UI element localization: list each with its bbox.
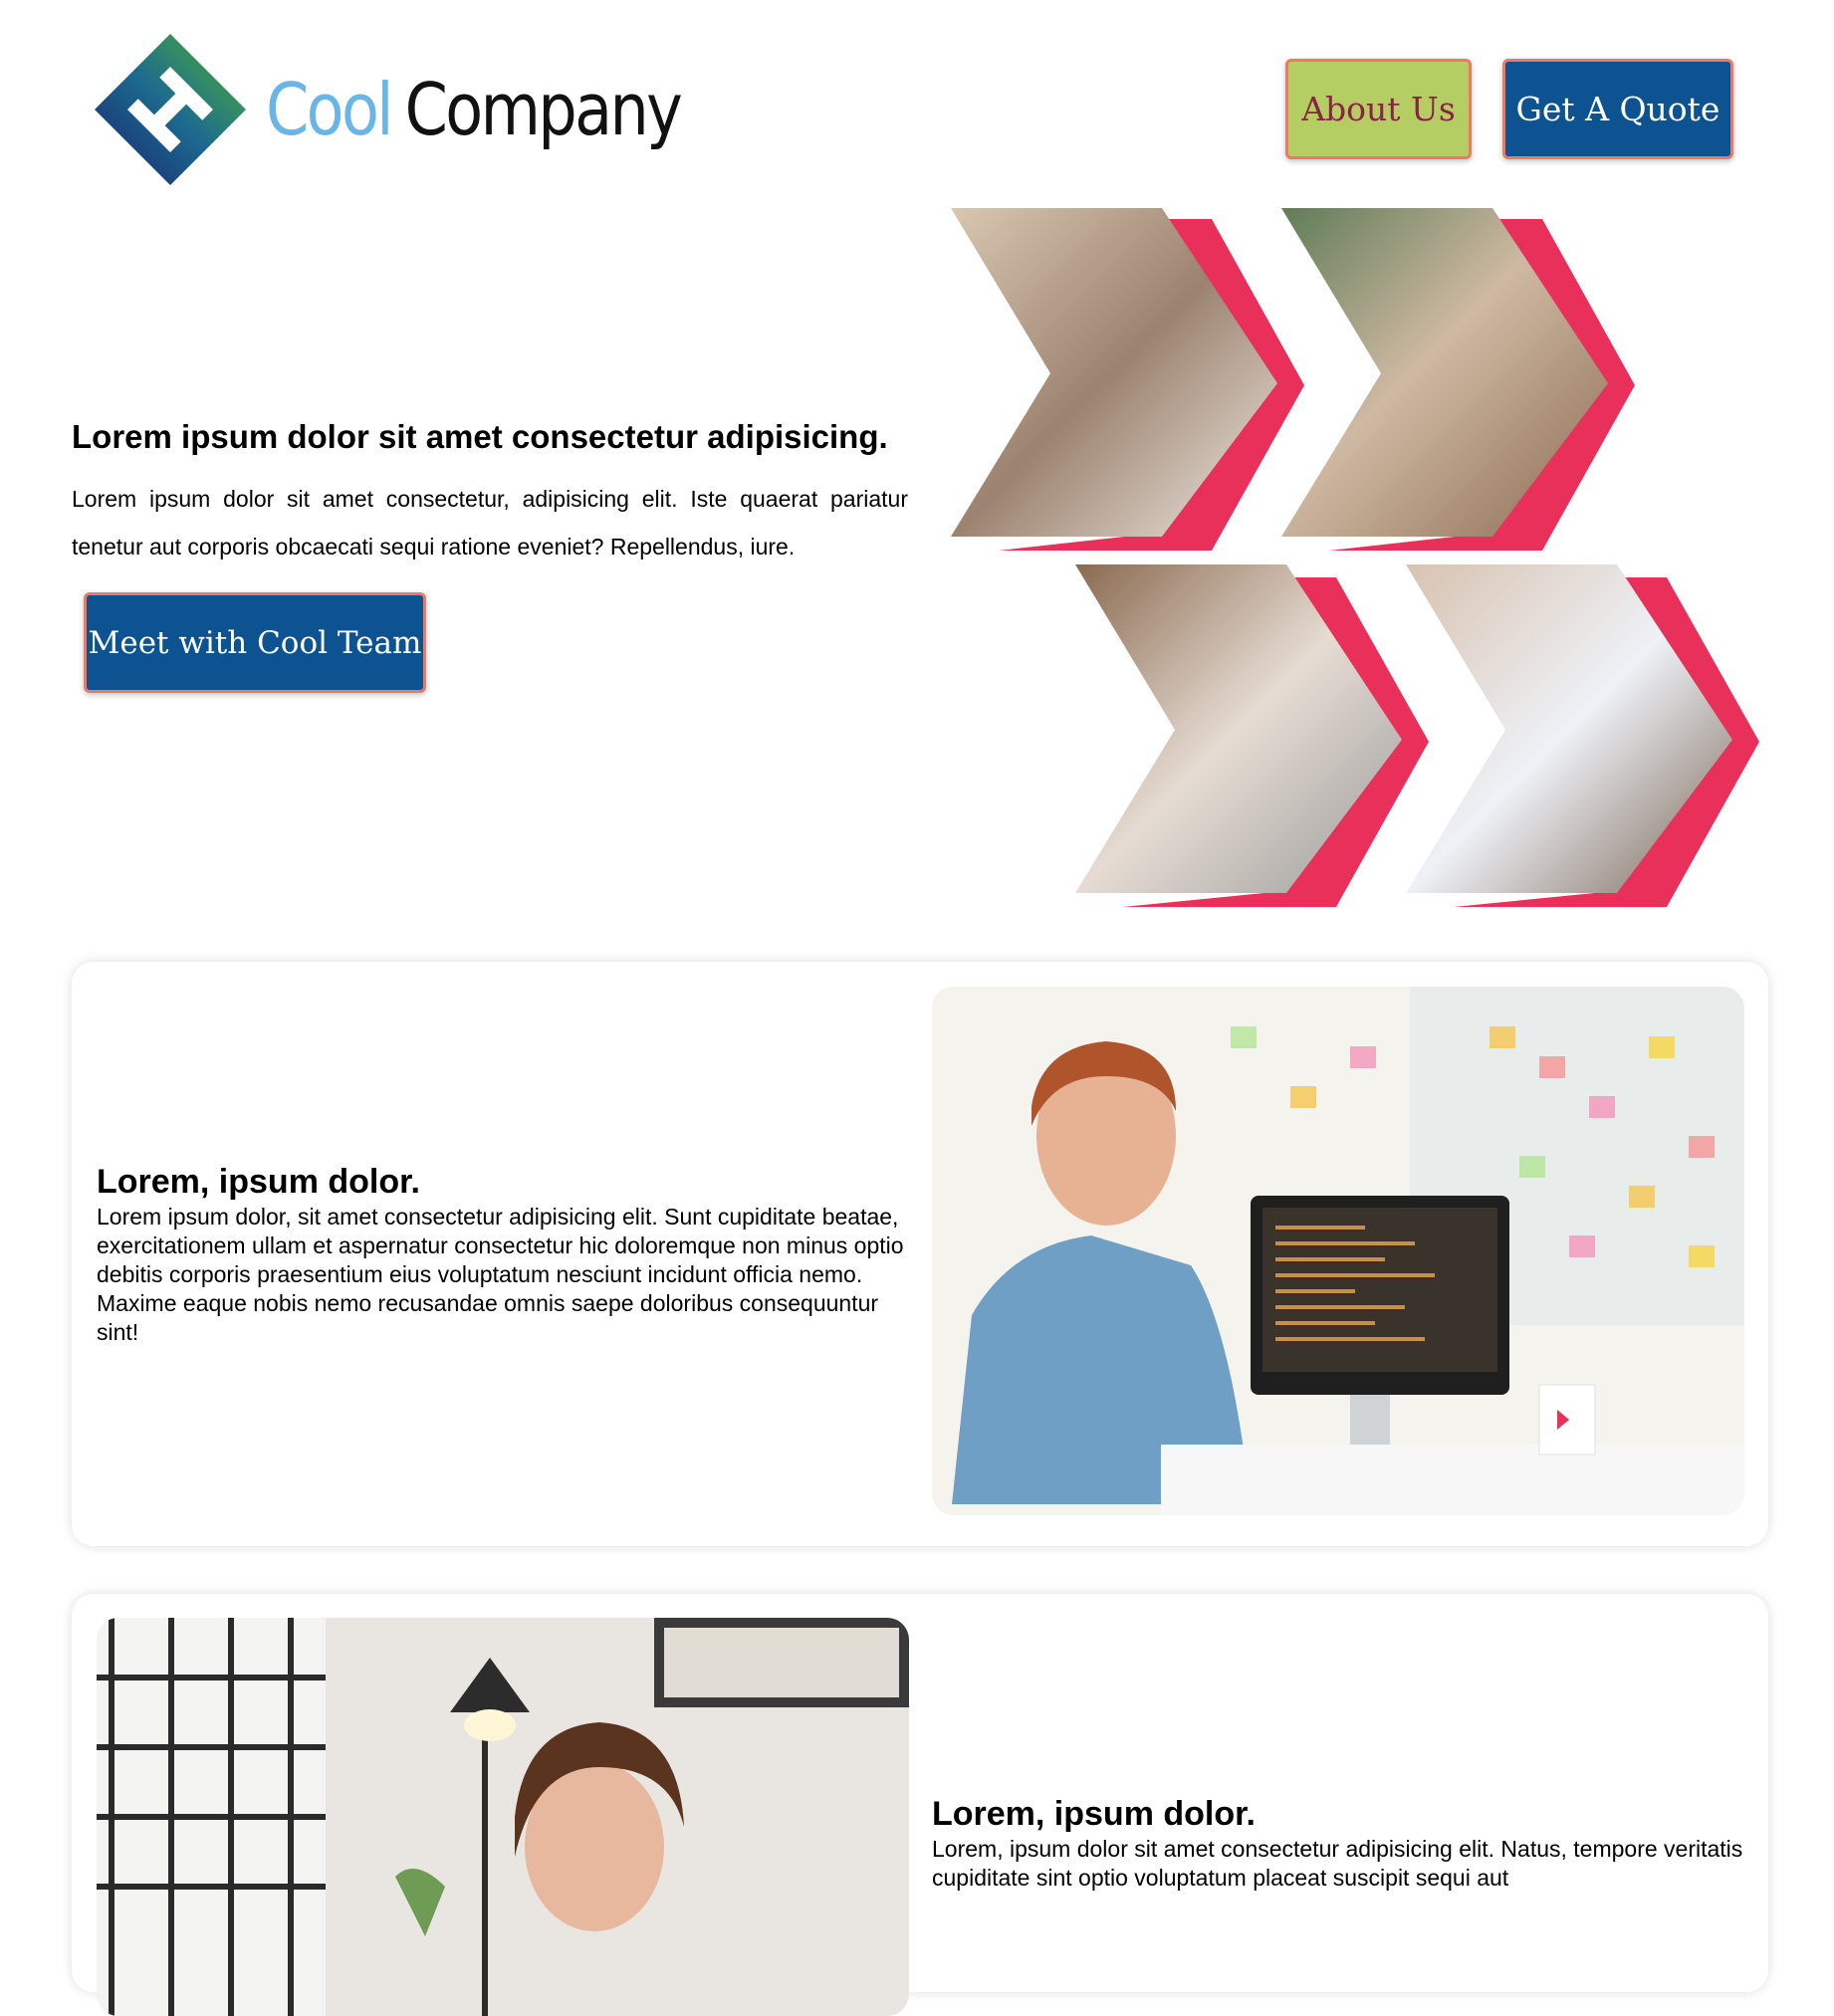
hero-text: Lorem ipsum dolor sit amet consectetur, …	[72, 486, 908, 560]
feature-2-title: Lorem, ipsum dolor.	[932, 1795, 1256, 1833]
feature-card-1: Lorem, ipsum dolor. Lorem ipsum dolor, s…	[72, 962, 1768, 1546]
logo-diamond-icon	[95, 34, 246, 185]
feature-card-2: Lorem, ipsum dolor. Lorem, ipsum dolor s…	[72, 1594, 1768, 2016]
meet-team-button[interactable]: Meet with Cool Team	[84, 592, 426, 693]
logo-word-company: Company	[404, 68, 683, 151]
feature-2-text: Lorem, ipsum dolor sit amet consectetur …	[932, 1836, 1743, 1891]
company-logo[interactable]: Cool Company	[95, 34, 748, 185]
get-a-quote-button[interactable]: Get A Quote	[1502, 59, 1733, 159]
woman-laptop-photo	[97, 1618, 909, 2016]
hero-chevron-gallery	[951, 208, 1759, 907]
feature-1-text: Lorem ipsum dolor, sit amet consectetur …	[97, 1204, 904, 1345]
developer-photo	[932, 987, 1744, 1515]
logo-wordmark: Cool Company	[266, 74, 683, 145]
feature-1-title: Lorem, ipsum dolor.	[97, 1163, 420, 1201]
about-us-button[interactable]: About Us	[1285, 59, 1472, 159]
logo-word-cool: Cool	[266, 68, 393, 151]
hero-title: Lorem ipsum dolor sit amet consectetur a…	[72, 418, 888, 455]
